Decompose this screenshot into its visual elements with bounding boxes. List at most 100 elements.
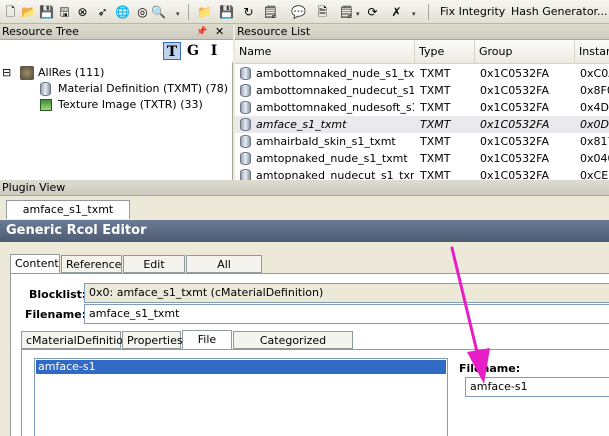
resource-tree: T G I ⊟ AllRes (111) Material Definition… xyxy=(0,40,233,180)
table-row[interactable]: ambottomnaked_nudecut_s1_t... TXMT 0x1C053… xyxy=(235,82,609,99)
pin-icon[interactable]: 📌 xyxy=(196,24,207,40)
row-type: TXMT xyxy=(420,135,451,148)
note-icon[interactable]: 🗒 xyxy=(262,3,279,20)
folder-import-icon[interactable]: 📁 xyxy=(196,3,213,20)
zoom-icon[interactable]: 🔍 xyxy=(150,3,167,20)
filename-input[interactable]: amface_s1_txmt xyxy=(84,304,609,324)
filter-group-button[interactable]: G xyxy=(184,42,202,60)
subtab-cmaterialdefinition[interactable]: cMaterialDefinition xyxy=(21,331,130,349)
close-icon[interactable]: ✕ xyxy=(215,24,224,40)
comment-icon[interactable]: 💬 xyxy=(290,3,307,20)
file-list-tab-page: amface-s1 Filename: amface-s1 xyxy=(21,349,609,436)
database-icon xyxy=(240,118,251,131)
row-group: 0x1C0532FA xyxy=(480,67,550,80)
globe-icon[interactable]: 🌐 xyxy=(114,3,131,20)
row-instance: 0x0D xyxy=(580,118,609,131)
save-icon[interactable]: 💾 xyxy=(38,3,55,20)
table-row[interactable]: amtopnaked_nudecut_s1_txmt TXMT 0x1C0532FA… xyxy=(235,167,609,180)
database-icon xyxy=(240,135,251,148)
resource-list-title: Resource List xyxy=(237,25,311,38)
subtab-categorized-properties[interactable]: Categorized Properties xyxy=(233,331,353,364)
row-group: 0x1C0532FA xyxy=(480,169,550,180)
column-group[interactable]: Group xyxy=(475,40,575,64)
package-icon xyxy=(20,66,34,80)
target-icon[interactable]: ◎ xyxy=(134,3,151,20)
plugin-view-title: Plugin View xyxy=(2,181,66,194)
resource-tree-title: Resource Tree xyxy=(2,25,79,38)
row-instance: 0x040 xyxy=(580,152,609,165)
column-type[interactable]: Type xyxy=(415,40,475,64)
database-icon xyxy=(240,101,251,114)
save-as-icon[interactable]: 🖫 xyxy=(56,3,73,20)
main-toolbar: 🗋 📂 💾 🖫 ⊗ ➶ 🌐 ◎ 🔍 ▾ 📁 💾 ↻ 🗒 💬 🗎 🗒 ▾ ⟳ ✗ … xyxy=(0,0,609,24)
row-name: ambottomnaked_nudesoft_s1_... xyxy=(256,101,414,114)
row-type: TXMT xyxy=(420,118,451,131)
tree-item-label: Material Definition (TXMT) (78) xyxy=(58,82,229,95)
hash-generator-button[interactable]: Hash Generator... xyxy=(511,5,608,18)
tab-content[interactable]: Content xyxy=(10,254,60,274)
file-filename-label: Filename: xyxy=(459,362,521,375)
filter-type-button[interactable]: T xyxy=(163,42,181,60)
row-type: TXMT xyxy=(420,101,451,114)
row-name: amhairbald_skin_s1_txmt xyxy=(256,135,396,148)
open-folder-icon[interactable]: 📂 xyxy=(20,3,37,20)
pointer-icon[interactable]: ➶ xyxy=(94,3,111,20)
row-instance: 0xC0A xyxy=(580,67,609,80)
database-icon xyxy=(240,169,251,180)
toolbar-separator xyxy=(428,4,429,20)
rotate-icon[interactable]: ↻ xyxy=(240,3,257,20)
table-row[interactable]: amtopnaked_nude_s1_txmt TXMT 0x1C0532FA 0x0… xyxy=(235,150,609,167)
database-icon xyxy=(240,84,251,97)
document-tab[interactable]: amface_s1_txmt xyxy=(6,200,130,219)
table-row[interactable]: amface_s1_txmt TXMT 0x1C0532FA 0x0D xyxy=(235,116,609,133)
list-item[interactable]: amface-s1 xyxy=(36,360,446,374)
resource-list-columns: Name Type Group Instan xyxy=(235,40,609,64)
content-tab-page: Blocklist: 0x0: amface_s1_txmt (cMateria… xyxy=(10,273,609,436)
tree-filter-bar: T G I xyxy=(0,40,233,62)
tab-edit-blocks[interactable]: Edit Blocks xyxy=(123,255,185,288)
row-group: 0x1C0532FA xyxy=(480,84,550,97)
row-group: 0x1C0532FA xyxy=(480,152,550,165)
close-file-icon[interactable]: ⊗ xyxy=(74,3,91,20)
toolbar-overflow-icon[interactable]: ▾ xyxy=(412,10,419,20)
subtab-file-list[interactable]: File List xyxy=(182,330,232,363)
database-icon xyxy=(40,82,51,96)
database-icon xyxy=(240,67,251,80)
delete-icon[interactable]: ✗ xyxy=(388,3,405,20)
fix-integrity-button[interactable]: Fix Integrity xyxy=(440,5,505,18)
save-package-icon[interactable]: 💾 xyxy=(218,3,235,20)
row-name: amtopnaked_nude_s1_txmt xyxy=(256,152,408,165)
resource-list-header: Resource List xyxy=(235,24,609,40)
toolbar-overflow-icon[interactable]: ▾ xyxy=(356,10,363,20)
file-filename-input[interactable]: amface-s1 xyxy=(465,377,609,397)
collapse-icon[interactable]: ⊟ xyxy=(2,65,11,81)
column-name[interactable]: Name xyxy=(235,40,415,64)
row-group: 0x1C0532FA xyxy=(480,101,550,114)
row-instance: 0x8F0 xyxy=(580,84,609,97)
tab-all-references[interactable]: All References xyxy=(186,255,262,288)
document-icon[interactable]: 🗎 xyxy=(314,3,331,20)
table-row[interactable]: ambottomnaked_nude_s1_txmt TXMT 0x1C0532FA… xyxy=(235,65,609,82)
row-instance: 0x4DE xyxy=(580,101,609,114)
table-row[interactable]: ambottomnaked_nudesoft_s1_... TXMT 0x1C053… xyxy=(235,99,609,116)
new-file-icon[interactable]: 🗋 xyxy=(2,3,19,20)
row-name: amface_s1_txmt xyxy=(256,118,347,131)
row-instance: 0xCE7 xyxy=(580,169,609,180)
subtab-properties[interactable]: Properties xyxy=(122,331,183,349)
column-instance[interactable]: Instan xyxy=(575,40,609,64)
plugin-view: amface_s1_txmt Generic Rcol Editor Conte… xyxy=(0,196,609,436)
tree-item-label: Texture Image (TXTR) (33) xyxy=(58,98,203,111)
filter-instance-button[interactable]: I xyxy=(205,42,223,60)
row-type: TXMT xyxy=(420,169,451,180)
file-list-box[interactable]: amface-s1 xyxy=(34,358,448,436)
refresh-icon[interactable]: ⟳ xyxy=(364,3,381,20)
table-row[interactable]: amhairbald_skin_s1_txmt TXMT 0x1C0532FA 0x8… xyxy=(235,133,609,150)
sticky-note-icon[interactable]: 🗒 xyxy=(338,3,355,20)
filename-label: Filename: xyxy=(25,308,87,321)
blocklist-select[interactable]: 0x0: amface_s1_txmt (cMaterialDefinition… xyxy=(84,283,609,303)
toolbar-overflow-icon[interactable]: ▾ xyxy=(176,10,183,20)
row-group: 0x1C0532FA xyxy=(480,135,550,148)
row-name: ambottomnaked_nude_s1_txmt xyxy=(256,67,414,80)
tree-root-label: AllRes (111) xyxy=(38,66,105,79)
tab-reference[interactable]: Reference xyxy=(61,255,122,273)
